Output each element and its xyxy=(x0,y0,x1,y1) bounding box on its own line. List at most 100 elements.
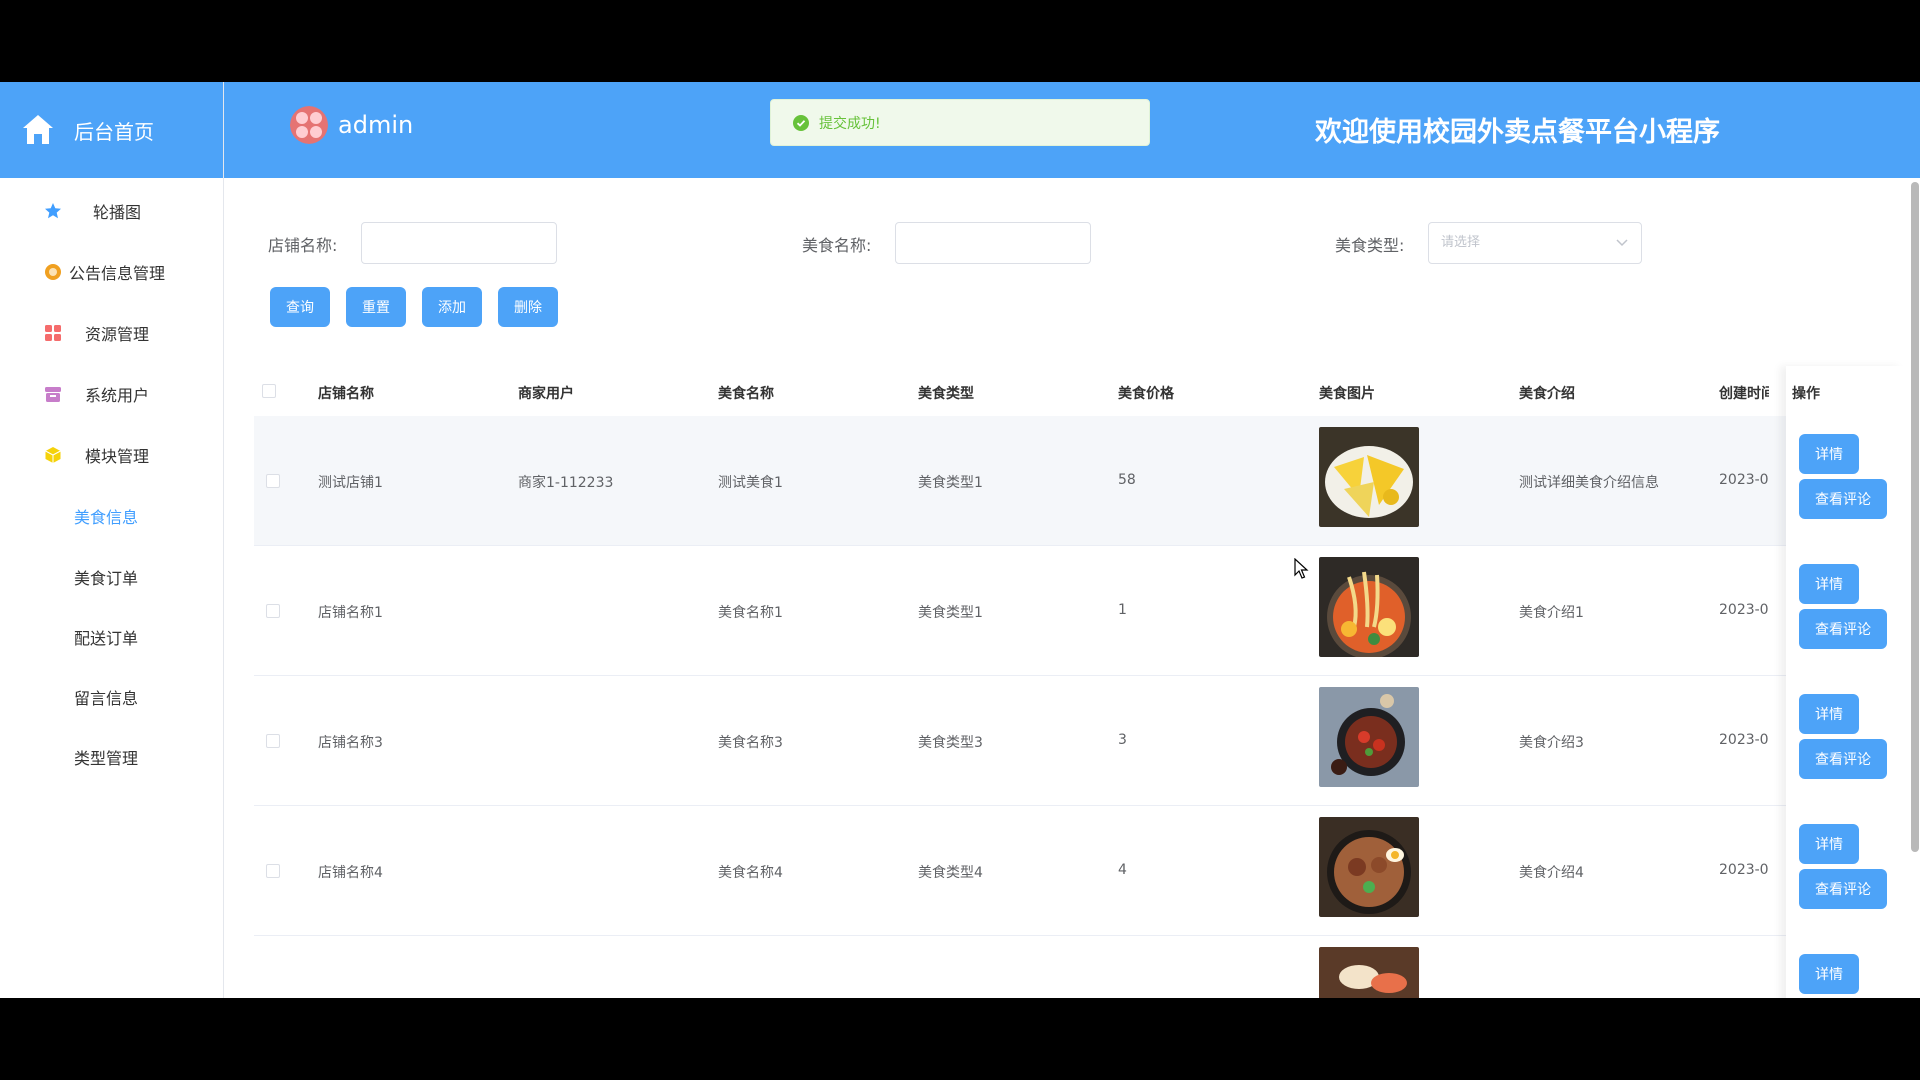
check-circle-icon xyxy=(793,114,809,131)
cell-shop: 店铺名称4 xyxy=(318,865,383,881)
sidebar: 轮播图 公告信息管理 资源管理 系统用户 模块管理 美食信息 美食订单 配送订单… xyxy=(0,178,224,998)
cell-food: 美食名称3 xyxy=(718,735,783,751)
cell-food: 测试美食1 xyxy=(718,475,783,491)
sidebar-item-label: 美食订单 xyxy=(73,569,138,588)
cell-created: 2023-0 xyxy=(1719,602,1769,618)
food-name-input[interactable] xyxy=(895,222,1091,264)
col-operations: 操作 xyxy=(1792,386,1820,402)
sidebar-item-label: 类型管理 xyxy=(73,749,138,768)
cell-price: 4 xyxy=(1118,862,1127,878)
col-food-type: 美食类型 xyxy=(918,386,974,402)
cell-shop: 店铺名称3 xyxy=(318,735,383,751)
table-row[interactable]: 店铺名称4 美食名称4 美食类型4 4 美食介绍4 2023-0 xyxy=(254,806,1904,936)
row-checkbox[interactable] xyxy=(266,604,280,618)
operations-column: 操作 详情 查看评论 详情 查看评论 详情 查看评论 详情 查看评论 详情 xyxy=(1786,366,1904,998)
col-merchant: 商家用户 xyxy=(518,386,574,402)
sidebar-item-delivery-orders[interactable]: 配送订单 xyxy=(0,612,224,662)
cell-type: 美食类型3 xyxy=(918,735,983,751)
cell-type: 美食类型4 xyxy=(918,865,983,881)
food-image xyxy=(1319,687,1419,787)
view-reviews-button[interactable]: 查看评论 xyxy=(1799,609,1887,649)
top-header: 后台首页 admin 提交成功! 欢迎使用校园外卖点餐平台小程序 xyxy=(0,82,1920,178)
row-checkbox[interactable] xyxy=(266,864,280,878)
detail-button[interactable]: 详情 xyxy=(1799,564,1859,604)
home-icon xyxy=(23,115,53,144)
reset-button[interactable]: 重置 xyxy=(346,287,406,327)
sidebar-item-resources[interactable]: 资源管理 xyxy=(0,308,224,358)
food-image xyxy=(1319,947,1419,998)
cell-merchant: 商家1-112233 xyxy=(518,475,614,491)
cell-price: 1 xyxy=(1118,602,1127,618)
delete-button[interactable]: 删除 xyxy=(498,287,558,327)
table-row[interactable] xyxy=(254,936,1904,998)
table-header: 店铺名称 商家用户 美食名称 美食类型 美食价格 美食图片 美食介绍 创建时间 xyxy=(254,366,1904,416)
sidebar-item-food-info[interactable]: 美食信息 xyxy=(0,491,224,541)
view-reviews-button[interactable]: 查看评论 xyxy=(1799,869,1887,909)
cell-shop: 店铺名称1 xyxy=(318,605,383,621)
action-buttons: 查询 重置 添加 删除 xyxy=(270,287,574,327)
success-toast: 提交成功! xyxy=(770,99,1150,146)
app-frame: 后台首页 admin 提交成功! 欢迎使用校园外卖点餐平台小程序 轮播图 公告信… xyxy=(0,82,1920,998)
detail-button[interactable]: 详情 xyxy=(1799,824,1859,864)
cell-intro: 美食介绍4 xyxy=(1519,865,1584,881)
food-name-label: 美食名称: xyxy=(802,236,872,255)
sidebar-item-label: 美食信息 xyxy=(73,508,138,527)
food-type-label: 美食类型: xyxy=(1335,236,1405,255)
shop-name-input[interactable] xyxy=(361,222,557,264)
detail-button[interactable]: 详情 xyxy=(1799,954,1859,994)
sidebar-item-label: 轮播图 xyxy=(92,203,141,222)
toast-message: 提交成功! xyxy=(819,115,881,132)
home-link[interactable]: 后台首页 xyxy=(0,82,224,178)
avatar xyxy=(290,106,328,144)
col-created-time: 创建时间 xyxy=(1719,386,1769,402)
sidebar-item-label: 系统用户 xyxy=(84,386,149,405)
sidebar-item-notices[interactable]: 公告信息管理 xyxy=(0,247,224,297)
table-row[interactable]: 测试店铺1 商家1-112233 测试美食1 美食类型1 58 测试详细美食介绍… xyxy=(254,416,1904,546)
cell-intro: 美食介绍3 xyxy=(1519,735,1584,751)
sidebar-item-food-orders[interactable]: 美食订单 xyxy=(0,552,224,602)
sidebar-item-messages[interactable]: 留言信息 xyxy=(0,672,224,722)
food-type-select[interactable]: 请选择 xyxy=(1428,222,1642,264)
add-button[interactable]: 添加 xyxy=(422,287,482,327)
row-checkbox[interactable] xyxy=(266,734,280,748)
brand-label: 后台首页 xyxy=(74,119,154,144)
table-row[interactable]: 店铺名称3 美食名称3 美食类型3 3 美食介绍3 2023-0 xyxy=(254,676,1904,806)
sidebar-item-label: 资源管理 xyxy=(84,325,149,344)
sidebar-item-system-users[interactable]: 系统用户 xyxy=(0,369,224,419)
cell-intro: 测试详细美食介绍信息 xyxy=(1519,475,1659,491)
cell-intro: 美食介绍1 xyxy=(1519,605,1584,621)
sidebar-item-label: 公告信息管理 xyxy=(68,264,165,283)
shop-name-label: 店铺名称: xyxy=(268,236,338,255)
sidebar-item-carousel[interactable]: 轮播图 xyxy=(0,186,224,236)
vertical-scrollbar[interactable] xyxy=(1910,178,1920,998)
user-info[interactable]: admin xyxy=(290,106,413,144)
sidebar-item-label: 留言信息 xyxy=(73,689,138,708)
detail-button[interactable]: 详情 xyxy=(1799,694,1859,734)
food-image xyxy=(1319,427,1419,527)
row-checkbox[interactable] xyxy=(266,474,280,488)
cell-created: 2023-0 xyxy=(1719,732,1769,748)
cell-food: 美食名称4 xyxy=(718,865,783,881)
mouse-cursor-icon xyxy=(1294,558,1309,579)
col-food-name: 美食名称 xyxy=(718,386,774,402)
sidebar-item-type-management[interactable]: 类型管理 xyxy=(0,732,224,782)
query-button[interactable]: 查询 xyxy=(270,287,330,327)
sidebar-item-label: 配送订单 xyxy=(73,629,138,648)
cell-created: 2023-0 xyxy=(1719,862,1769,878)
select-all-checkbox[interactable] xyxy=(262,384,276,398)
chevron-down-icon xyxy=(1616,239,1628,247)
col-shop-name: 店铺名称 xyxy=(318,386,374,402)
scrollbar-thumb[interactable] xyxy=(1911,182,1919,852)
col-food-price: 美食价格 xyxy=(1118,386,1174,402)
username: admin xyxy=(338,111,414,139)
cell-type: 美食类型1 xyxy=(918,475,983,491)
cell-price: 58 xyxy=(1118,472,1136,488)
cell-type: 美食类型1 xyxy=(918,605,983,621)
view-reviews-button[interactable]: 查看评论 xyxy=(1799,739,1887,779)
view-reviews-button[interactable]: 查看评论 xyxy=(1799,479,1887,519)
cell-price: 3 xyxy=(1118,732,1127,748)
detail-button[interactable]: 详情 xyxy=(1799,434,1859,474)
main-content: 店铺名称: 美食名称: 美食类型: 请选择 查询 重置 添加 删除 店铺名称 商… xyxy=(232,178,1904,998)
sidebar-item-modules[interactable]: 模块管理 xyxy=(0,430,224,480)
table-row[interactable]: 店铺名称1 美食名称1 美食类型1 1 美食介绍1 2023-0 xyxy=(254,546,1904,676)
